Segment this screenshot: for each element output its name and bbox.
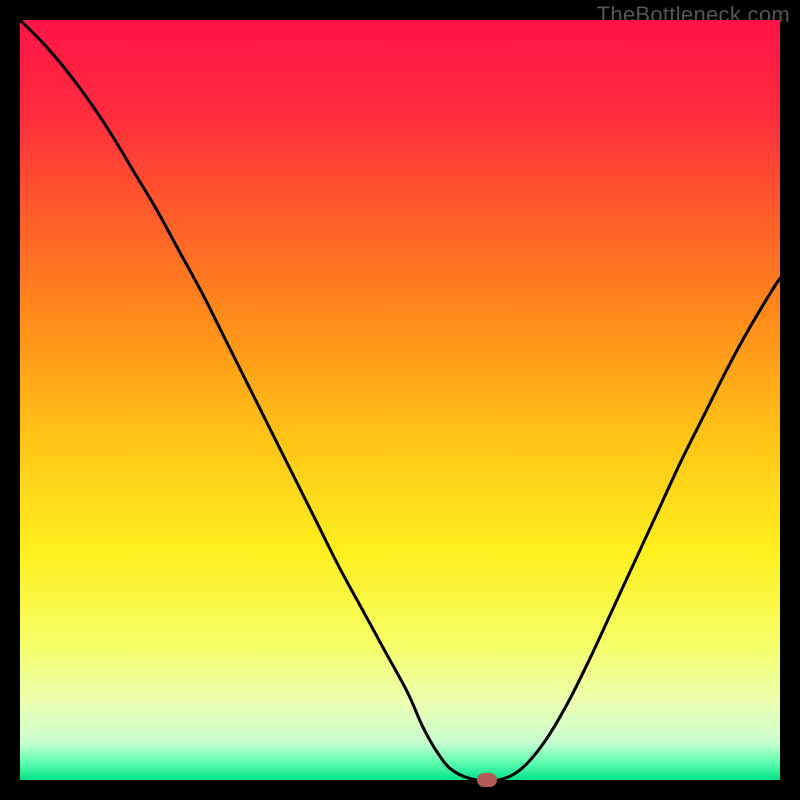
optimal-point-marker — [477, 773, 497, 787]
chart-svg — [20, 20, 780, 780]
gradient-background — [20, 20, 780, 780]
chart-frame: TheBottleneck.com — [0, 0, 800, 800]
plot-area — [20, 20, 780, 780]
